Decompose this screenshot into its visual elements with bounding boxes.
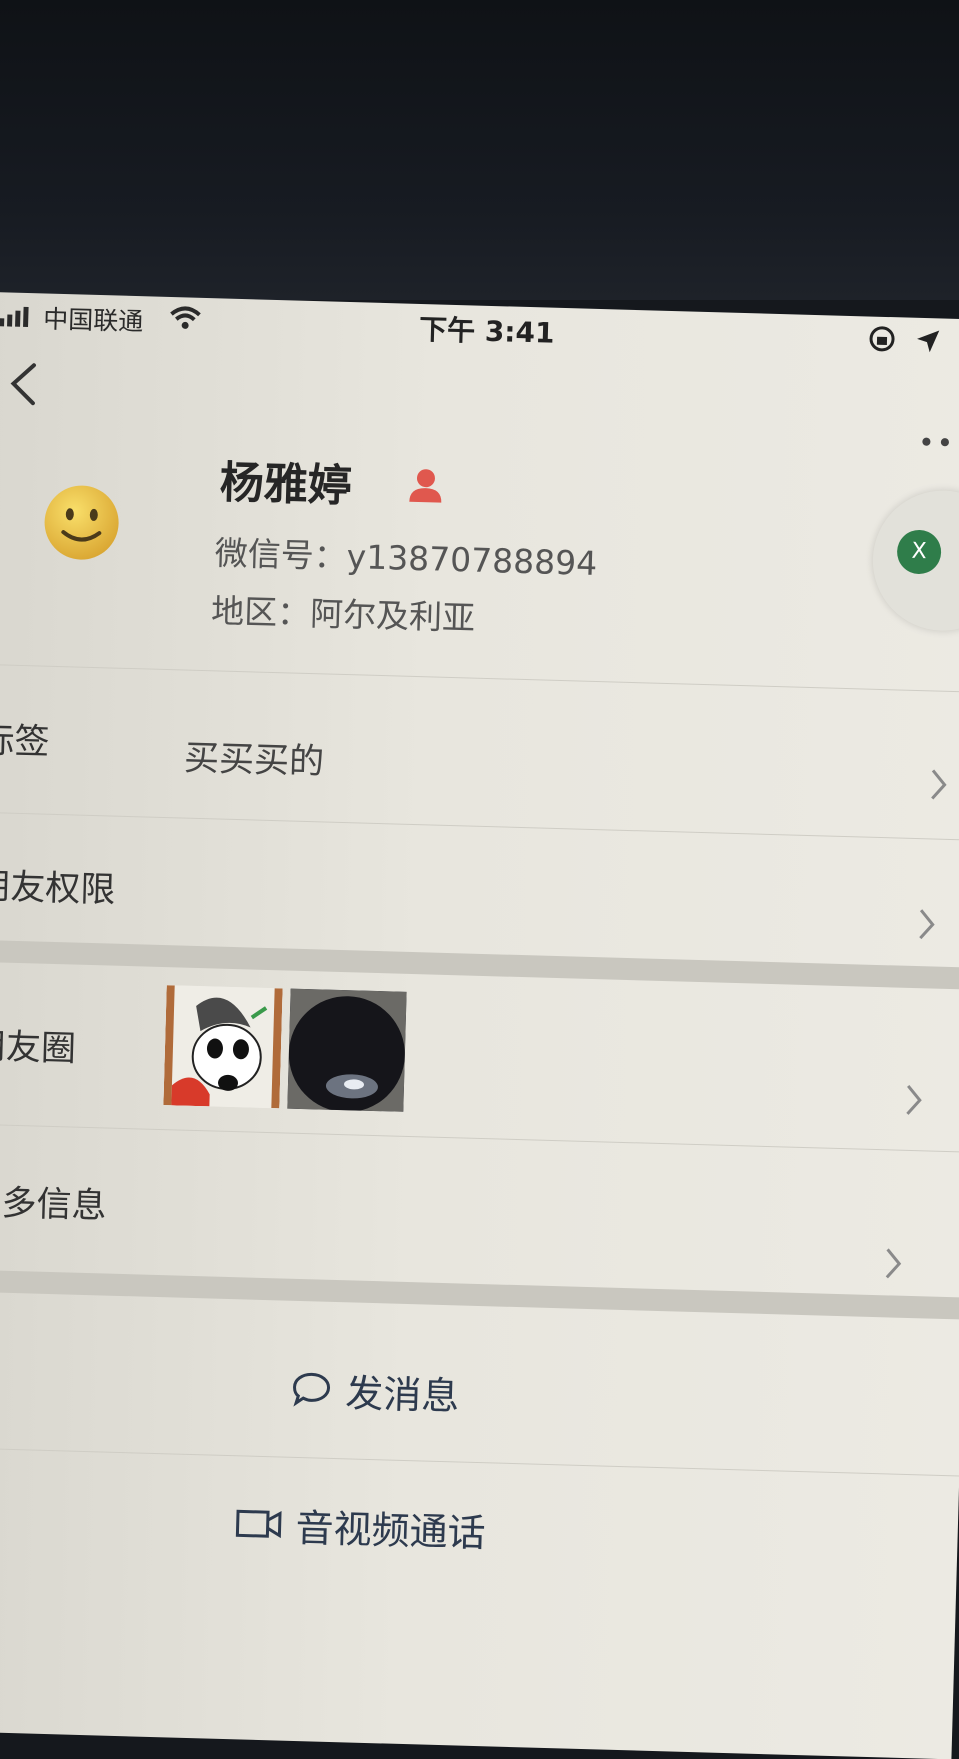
avatar[interactable]: [40, 481, 122, 563]
chevron-right-icon[interactable]: [881, 1245, 906, 1282]
signal-icon: [0, 306, 29, 328]
phone-screen: 中国联通 下午 3:41 •• 杨雅婷 微信号：y13870788894 地区：…: [0, 292, 959, 1759]
status-bar: 中国联通 下午 3:41: [0, 292, 959, 370]
chevron-right-icon[interactable]: [926, 766, 951, 803]
status-time: 下午 3:41: [418, 312, 555, 350]
section-gap: [0, 1269, 959, 1320]
section-gap: [0, 939, 959, 990]
moments-photo[interactable]: [163, 985, 283, 1109]
rotation-lock-icon: [869, 326, 895, 352]
back-button[interactable]: [3, 358, 44, 409]
contact-name: 杨雅婷: [219, 457, 353, 513]
tags-value: 买买买的: [183, 738, 325, 783]
row-label-friend-permissions[interactable]: 朋友权限: [0, 858, 116, 913]
divider: [0, 663, 959, 693]
video-call-button[interactable]: 音视频通话: [235, 1495, 486, 1557]
video-camera-icon: [235, 1509, 282, 1538]
chat-bubble-icon: [293, 1372, 331, 1407]
location-arrow-icon: [917, 330, 940, 353]
chevron-right-icon[interactable]: [914, 906, 939, 943]
region: 地区：阿尔及利亚: [210, 591, 476, 638]
video-call-label: 音视频通话: [294, 1505, 487, 1556]
moments-photo[interactable]: [287, 988, 407, 1112]
wifi-icon: [170, 306, 201, 329]
send-message-button[interactable]: 发消息: [291, 1361, 460, 1421]
chevron-right-icon[interactable]: [901, 1082, 926, 1119]
divider: [0, 1123, 959, 1153]
row-label-more-info[interactable]: 更多信息: [0, 1174, 107, 1229]
background-dark-area: [0, 0, 959, 300]
carrier-name: 中国联通: [42, 304, 144, 337]
divider: [0, 1447, 959, 1477]
send-message-label: 发消息: [344, 1371, 460, 1419]
row-label-tags: 标签: [0, 720, 51, 763]
wechat-id: 微信号：y13870788894: [214, 533, 598, 583]
more-options-button[interactable]: ••: [918, 426, 956, 460]
row-label-moments[interactable]: 朋友圈: [0, 1018, 77, 1072]
divider: [0, 811, 959, 841]
person-badge-icon: [409, 469, 442, 503]
